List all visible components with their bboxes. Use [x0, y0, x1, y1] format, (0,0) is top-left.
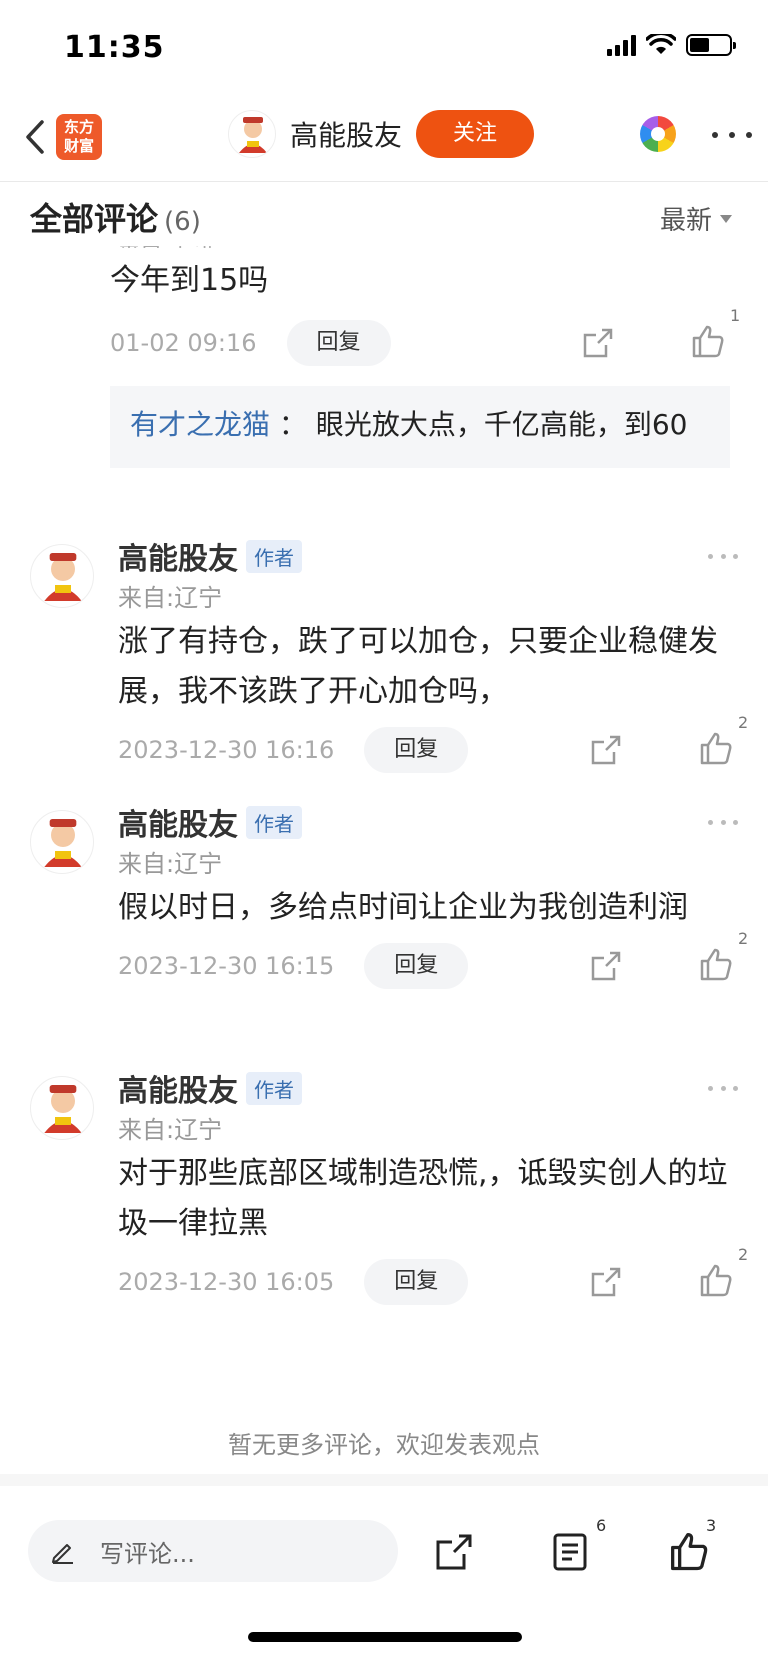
list-icon[interactable]: [552, 1532, 588, 1572]
share-icon[interactable]: [590, 1266, 622, 1298]
partial-comment: 今年到15吗 01-02 09:16 回复 1 有才之龙猫 ： 眼光放大点，千亿…: [110, 256, 740, 468]
comment-count-badge: 6: [596, 1516, 607, 1535]
share-icon[interactable]: [590, 950, 622, 982]
thumbs-up-icon[interactable]: [698, 1262, 734, 1298]
share-icon[interactable]: [582, 327, 614, 359]
comment-username[interactable]: 高能股友: [118, 1066, 238, 1110]
thumbs-up-icon[interactable]: [690, 323, 726, 359]
comment-text[interactable]: 对于那些底部区域制造恐慌,，诋毁实创人的垃圾一律拉黑: [118, 1149, 738, 1249]
thumbs-up-icon[interactable]: [668, 1530, 710, 1572]
follow-button[interactable]: 关注: [416, 110, 535, 158]
pen-icon: [52, 1544, 73, 1564]
avatar-figure-icon: [44, 553, 82, 601]
reply-button[interactable]: 回复: [364, 727, 469, 773]
comment-count: (6): [164, 207, 201, 237]
author-badge: 作者: [246, 805, 302, 839]
divider: [0, 1474, 768, 1486]
avatar[interactable]: [30, 544, 94, 608]
share-icon[interactable]: [434, 1532, 474, 1572]
like-count: 2: [738, 713, 749, 732]
avatar-figure-icon: [44, 1085, 82, 1133]
comment-from: 来自:辽宁: [118, 1116, 223, 1144]
more-dots-icon[interactable]: [708, 1086, 738, 1091]
section-title: 全部评论 (6): [30, 194, 201, 240]
more-dots-icon[interactable]: [708, 554, 738, 559]
chevron-down-icon: [720, 214, 732, 223]
more-dots-icon[interactable]: [708, 820, 738, 825]
like-count: 1: [730, 306, 741, 325]
user-avatar[interactable]: [228, 110, 276, 158]
wifi-icon: [646, 34, 676, 54]
bottom-bar: 写评论... 6 3: [0, 1486, 768, 1663]
comment-header: 高能股友 作者: [118, 800, 738, 844]
color-wheel-icon[interactable]: [640, 116, 676, 152]
comment-meta: 2023-12-30 16:16 回复 2: [118, 713, 748, 775]
quoted-reply[interactable]: 有才之龙猫 ： 眼光放大点，千亿高能，到60: [110, 386, 730, 468]
comment-body: 高能股友 作者 来自:辽宁 假以时日，多给点时间让企业为我创造利润 2023-1…: [118, 800, 748, 991]
no-more-comments: 暂无更多评论，欢迎发表观点: [228, 1431, 540, 1459]
comment-time: 2023-12-30 16:05: [118, 1268, 335, 1296]
quoted-text: 眼光放大点，千亿高能，到60: [315, 408, 688, 441]
quoted-username[interactable]: 有才之龙猫: [130, 408, 270, 441]
comment-time: 2023-12-30 16:16: [118, 736, 335, 764]
comment-meta: 01-02 09:16 回复 1: [110, 306, 740, 368]
app-logo[interactable]: 东方 财富: [56, 114, 102, 160]
comment-time: 2023-12-30 16:15: [118, 952, 335, 980]
status-time: 11:35: [64, 30, 165, 65]
author-badge: 作者: [246, 539, 302, 573]
reply-button[interactable]: 回复: [286, 320, 391, 366]
comment-text[interactable]: 涨了有持仓，跌了可以加仓，只要企业稳健发展，我不该跌了开心加仓吗，: [118, 617, 738, 717]
reply-button[interactable]: 回复: [364, 1259, 469, 1305]
comment-body: 高能股友 作者 来自:辽宁 涨了有持仓，跌了可以加仓，只要企业稳健发展，我不该跌…: [118, 534, 748, 775]
avatar[interactable]: [30, 1076, 94, 1140]
comment-time: 01-02 09:16: [110, 329, 257, 357]
share-icon[interactable]: [590, 734, 622, 766]
thumbs-up-icon[interactable]: [698, 946, 734, 982]
nav-user: 高能股友 关注: [228, 110, 535, 158]
comment-text[interactable]: 今年到15吗: [110, 256, 730, 306]
comment-from: 来自:辽宁: [118, 584, 223, 612]
thumbs-up-icon[interactable]: [698, 730, 734, 766]
like-count-badge: 3: [706, 1516, 717, 1535]
like-count: 2: [738, 929, 749, 948]
comments-header: 全部评论 (6) 最新: [0, 182, 768, 246]
write-placeholder: 写评论...: [100, 1539, 195, 1568]
battery-icon: [686, 34, 736, 56]
back-arrow-icon[interactable]: [16, 114, 56, 160]
comment-header: 高能股友 作者: [118, 534, 738, 578]
avatar[interactable]: [30, 810, 94, 874]
reply-button[interactable]: 回复: [364, 943, 469, 989]
comment-body: 高能股友 作者 来自:辽宁 对于那些底部区域制造恐慌,，诋毁实创人的垃圾一律拉黑…: [118, 1066, 748, 1307]
comment-text[interactable]: 假以时日，多给点时间让企业为我创造利润: [118, 883, 738, 933]
write-comment-input[interactable]: 写评论...: [28, 1520, 398, 1582]
comment-from: 来自:辽宁: [118, 850, 223, 878]
quote-separator: ：: [278, 408, 307, 441]
home-indicator[interactable]: [248, 1632, 522, 1642]
sort-label: 最新: [659, 206, 712, 236]
avatar-figure-icon: [44, 819, 82, 867]
comment-username[interactable]: 高能股友: [118, 800, 238, 844]
nav-bar: 东方 财富 高能股友 关注: [0, 96, 768, 182]
comment-username[interactable]: 高能股友: [118, 534, 238, 578]
status-icons: [607, 34, 736, 56]
cellular-signal-icon: [607, 34, 636, 56]
nav-title: 高能股友: [290, 119, 403, 152]
avatar-figure-icon: [239, 117, 267, 153]
author-badge: 作者: [246, 1071, 302, 1105]
sort-dropdown[interactable]: 最新: [660, 200, 732, 237]
comment-meta: 2023-12-30 16:05 回复 2: [118, 1245, 748, 1307]
section-title-text: 全部评论: [30, 200, 159, 238]
status-bar: 11:35: [0, 0, 768, 96]
logo-text-line1: 东方: [63, 118, 94, 136]
comment-header: 高能股友 作者: [118, 1066, 738, 1110]
more-dots-icon[interactable]: [712, 120, 752, 150]
logo-text-line2: 财富: [63, 137, 94, 155]
comment-meta: 2023-12-30 16:15 回复 2: [118, 929, 748, 991]
like-count: 2: [738, 1245, 749, 1264]
